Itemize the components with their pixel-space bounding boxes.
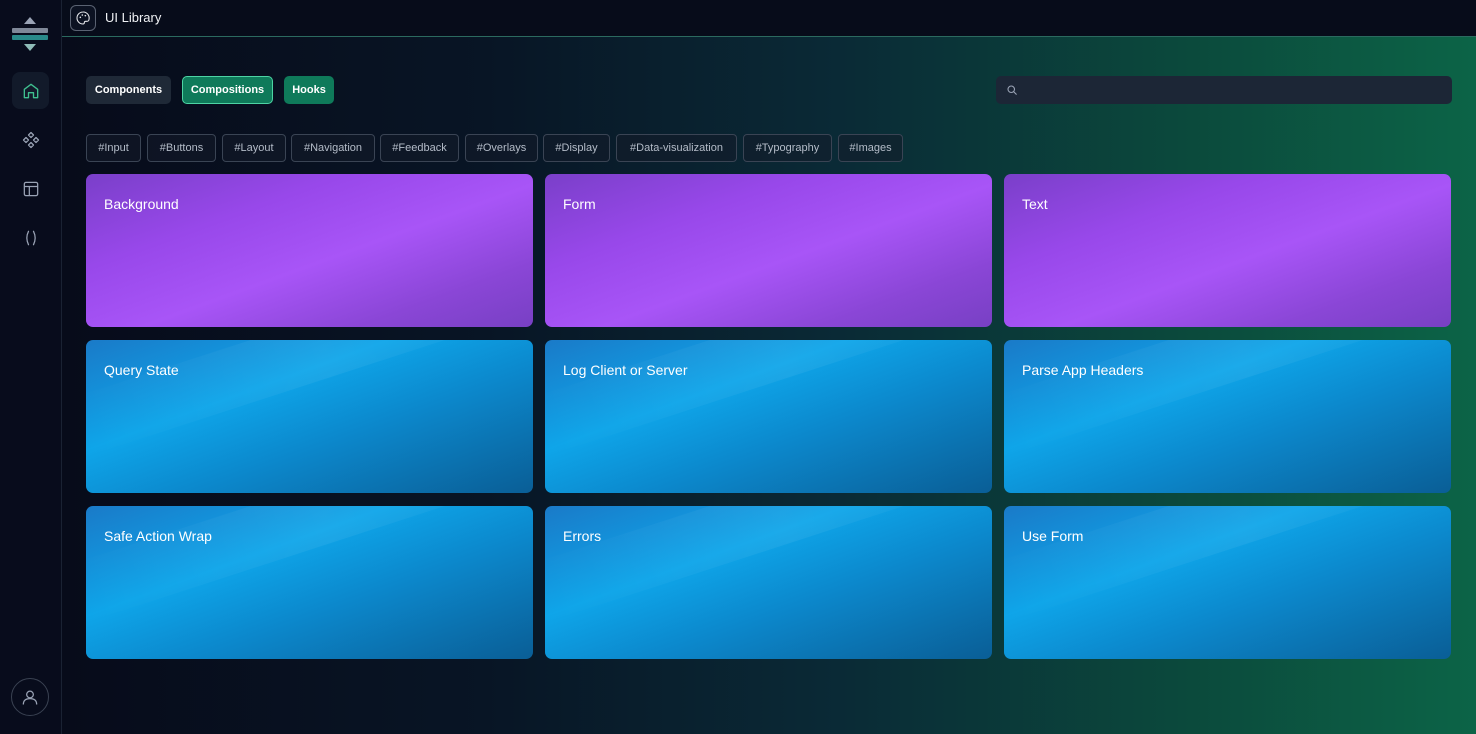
tag-navigation[interactable]: #Navigation — [291, 134, 375, 162]
card-query-state[interactable]: Query State — [86, 340, 533, 493]
card-errors[interactable]: Errors — [545, 506, 992, 659]
search-bar — [996, 76, 1452, 104]
card-decoration — [1004, 340, 1451, 458]
card-log-client-or-server[interactable]: Log Client or Server — [545, 340, 992, 493]
card-title: Text — [1022, 196, 1048, 212]
tag-typography[interactable]: #Typography — [743, 134, 832, 162]
card-use-form[interactable]: Use Form — [1004, 506, 1451, 659]
card-parse-app-headers[interactable]: Parse App Headers — [1004, 340, 1451, 493]
card-safe-action-wrap[interactable]: Safe Action Wrap — [86, 506, 533, 659]
user-icon — [22, 690, 38, 705]
card-decoration — [86, 506, 533, 624]
tag-data-visualization[interactable]: #Data-visualization — [616, 134, 737, 162]
tag-buttons[interactable]: #Buttons — [147, 134, 216, 162]
topbar: UI Library — [62, 0, 1476, 37]
card-decoration — [545, 340, 992, 458]
card-title: Background — [104, 196, 179, 212]
card-title: Query State — [104, 362, 179, 378]
tab-components[interactable]: Components — [86, 76, 171, 104]
card-title: Errors — [563, 528, 602, 544]
user-avatar-button[interactable] — [11, 678, 49, 716]
card-title: Log Client or Server — [563, 362, 688, 378]
home-icon — [23, 83, 38, 98]
tag-layout[interactable]: #Layout — [222, 134, 286, 162]
components-icon — [22, 131, 39, 148]
app-title: UI Library — [105, 10, 162, 25]
parentheses-icon — [25, 230, 36, 245]
card-decoration — [1004, 506, 1451, 624]
tab-compositions[interactable]: Compositions — [182, 76, 273, 104]
tag-feedback[interactable]: #Feedback — [380, 134, 459, 162]
nav-components[interactable] — [12, 121, 49, 158]
card-title: Parse App Headers — [1022, 362, 1144, 378]
tag-images[interactable]: #Images — [838, 134, 903, 162]
tag-display[interactable]: #Display — [543, 134, 610, 162]
card-title: Use Form — [1022, 528, 1084, 544]
search-icon — [1007, 85, 1017, 95]
card-decoration — [86, 340, 533, 458]
tab-hooks[interactable]: Hooks — [284, 76, 334, 104]
layout-icon — [23, 181, 38, 196]
nav-layout[interactable] — [12, 170, 49, 207]
logo-icon[interactable] — [10, 14, 50, 56]
search-input[interactable] — [1024, 83, 1444, 97]
tag-overlays[interactable]: #Overlays — [465, 134, 538, 162]
card-title: Safe Action Wrap — [104, 528, 212, 544]
card-background[interactable]: Background — [86, 174, 533, 327]
card-text[interactable]: Text — [1004, 174, 1451, 327]
card-title: Form — [563, 196, 596, 212]
card-form[interactable]: Form — [545, 174, 992, 327]
main-content: Components Compositions Hooks #Input #Bu… — [62, 37, 1476, 734]
sidebar — [0, 0, 62, 734]
app: UI Library Components Compositions Hooks… — [0, 0, 1476, 734]
tag-input[interactable]: #Input — [86, 134, 141, 162]
nav-home[interactable] — [12, 72, 49, 109]
nav-hooks[interactable] — [12, 219, 49, 256]
card-decoration — [545, 506, 992, 624]
palette-icon[interactable] — [70, 5, 96, 31]
